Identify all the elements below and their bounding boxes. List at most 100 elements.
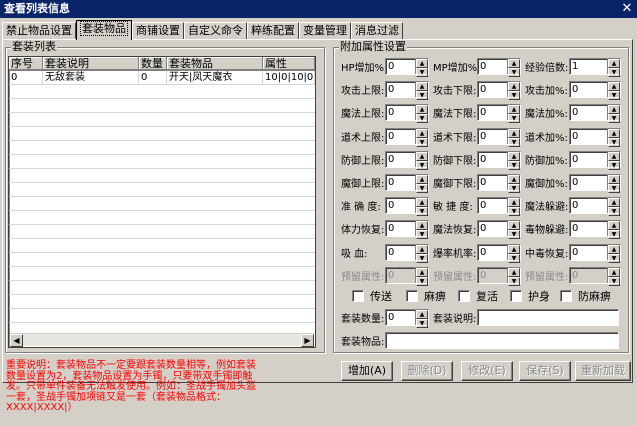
spin-up-icon[interactable]: ▲	[508, 129, 520, 138]
attr-spin-input[interactable]: 0 ▲ ▼	[569, 81, 621, 100]
attr-spin-input[interactable]: 0 ▲ ▼	[477, 220, 521, 239]
checkbox-anti-paralyze-box[interactable]	[560, 290, 572, 302]
spin-up-icon[interactable]: ▲	[416, 198, 428, 207]
attr-spin-input[interactable]: 0 ▲ ▼	[569, 128, 621, 147]
spin-down-icon[interactable]: ▼	[416, 138, 428, 147]
attr-spin-input[interactable]: 0 ▲ ▼	[569, 174, 621, 193]
spin-down-icon[interactable]: ▼	[508, 68, 520, 77]
attr-spin-input[interactable]: 0 ▲ ▼	[385, 267, 429, 286]
attr-spin-input[interactable]: 0 ▲ ▼	[385, 58, 429, 77]
spin-down-icon[interactable]: ▼	[508, 207, 520, 216]
save-button[interactable]: 保存(S)	[519, 361, 571, 381]
set-count-input[interactable]: 0 ▲ ▼	[385, 309, 429, 328]
spin-down-icon[interactable]: ▼	[608, 138, 620, 147]
col-header-count[interactable]: 数量	[139, 57, 167, 70]
spin-up-icon[interactable]: ▲	[508, 221, 520, 230]
spin-up-icon[interactable]: ▲	[416, 82, 428, 91]
col-header-items[interactable]: 套装物品	[167, 57, 263, 70]
checkbox-revive-box[interactable]	[458, 290, 470, 302]
attr-spin-input[interactable]: 0 ▲ ▼	[385, 174, 429, 193]
checkbox-protect[interactable]: 护身	[510, 288, 550, 304]
attr-spin-input[interactable]: 0 ▲ ▼	[385, 151, 429, 170]
col-header-desc[interactable]: 套装说明	[43, 57, 139, 70]
spin-up-icon[interactable]: ▲	[608, 175, 620, 184]
set-items-input[interactable]	[385, 332, 619, 349]
attr-spin-input[interactable]: 0 ▲ ▼	[477, 244, 521, 263]
spin-up-icon[interactable]: ▲	[508, 175, 520, 184]
spin-up-icon[interactable]: ▲	[508, 59, 520, 68]
attr-spin-input[interactable]: 0 ▲ ▼	[385, 244, 429, 263]
spin-up-icon[interactable]: ▲	[508, 245, 520, 254]
horizontal-scrollbar[interactable]: ◀ ▶	[10, 333, 314, 347]
reload-button[interactable]: 重新加载	[575, 361, 631, 381]
col-header-index[interactable]: 序号	[9, 57, 43, 70]
attr-spin-input[interactable]: 0 ▲ ▼	[385, 220, 429, 239]
tab-forbidden-items[interactable]: 禁止物品设置	[2, 22, 76, 40]
spin-up-icon[interactable]: ▲	[508, 82, 520, 91]
spin-up-icon[interactable]: ▲	[416, 175, 428, 184]
spin-up-icon[interactable]: ▲	[608, 198, 620, 207]
spin-down-icon[interactable]: ▼	[608, 161, 620, 170]
attr-spin-input[interactable]: 0 ▲ ▼	[569, 104, 621, 123]
attr-spin-input[interactable]: 0 ▲ ▼	[569, 267, 621, 286]
spin-down-icon[interactable]: ▼	[416, 161, 428, 170]
spin-down-icon[interactable]: ▼	[508, 254, 520, 263]
scroll-right-icon[interactable]: ▶	[301, 334, 314, 347]
modify-button[interactable]: 修改(E)	[461, 361, 513, 381]
spin-down-icon[interactable]: ▼	[416, 319, 428, 328]
spin-up-icon[interactable]: ▲	[608, 105, 620, 114]
attr-spin-input[interactable]: 0 ▲ ▼	[477, 81, 521, 100]
spin-up-icon[interactable]: ▲	[416, 59, 428, 68]
set-desc-input[interactable]	[477, 309, 619, 326]
spin-up-icon[interactable]: ▲	[508, 198, 520, 207]
attr-spin-input[interactable]: 0 ▲ ▼	[477, 267, 521, 286]
tab-variable-manage[interactable]: 变量管理	[299, 22, 351, 40]
attr-spin-input[interactable]: 0 ▲ ▼	[477, 104, 521, 123]
attr-spin-input[interactable]: 0 ▲ ▼	[385, 128, 429, 147]
spin-down-icon[interactable]: ▼	[508, 277, 520, 286]
delete-button[interactable]: 删除(D)	[401, 361, 453, 381]
spin-up-icon[interactable]: ▲	[416, 245, 428, 254]
spin-down-icon[interactable]: ▼	[508, 91, 520, 100]
spin-up-icon[interactable]: ▲	[608, 59, 620, 68]
tab-custom-commands[interactable]: 自定义命令	[184, 22, 247, 40]
spin-down-icon[interactable]: ▼	[416, 184, 428, 193]
spin-up-icon[interactable]: ▲	[608, 245, 620, 254]
col-header-attr[interactable]: 属性	[263, 57, 315, 70]
tab-message-filter[interactable]: 消息过滤	[351, 22, 403, 40]
spin-up-icon[interactable]: ▲	[608, 152, 620, 161]
attr-spin-input[interactable]: 0 ▲ ▼	[569, 244, 621, 263]
attr-spin-input[interactable]: 0 ▲ ▼	[385, 197, 429, 216]
spin-up-icon[interactable]: ▲	[416, 221, 428, 230]
spin-down-icon[interactable]: ▼	[508, 230, 520, 239]
spin-down-icon[interactable]: ▼	[508, 184, 520, 193]
spin-up-icon[interactable]: ▲	[416, 310, 428, 319]
spin-down-icon[interactable]: ▼	[608, 230, 620, 239]
spin-down-icon[interactable]: ▼	[416, 254, 428, 263]
spin-up-icon[interactable]: ▲	[416, 129, 428, 138]
checkbox-teleport[interactable]: 传送	[352, 288, 392, 304]
spin-down-icon[interactable]: ▼	[608, 68, 620, 77]
attr-spin-input[interactable]: 0 ▲ ▼	[477, 197, 521, 216]
spin-down-icon[interactable]: ▼	[508, 114, 520, 123]
spin-down-icon[interactable]: ▼	[416, 230, 428, 239]
spin-down-icon[interactable]: ▼	[608, 277, 620, 286]
set-list-view[interactable]: 序号 套装说明 数量 套装物品 属性 0 无敌套装 0 开天|凤天魔衣 10|0…	[8, 56, 316, 348]
checkbox-paralyze[interactable]: 麻痹	[406, 288, 446, 304]
checkbox-anti-paralyze[interactable]: 防麻痹	[560, 288, 611, 304]
spin-down-icon[interactable]: ▼	[416, 277, 428, 286]
spin-up-icon[interactable]: ▲	[608, 129, 620, 138]
checkbox-revive[interactable]: 复活	[458, 288, 498, 304]
spin-down-icon[interactable]: ▼	[416, 207, 428, 216]
attr-spin-input[interactable]: 0 ▲ ▼	[477, 151, 521, 170]
scroll-left-icon[interactable]: ◀	[10, 334, 23, 347]
spin-down-icon[interactable]: ▼	[608, 254, 620, 263]
attr-spin-input[interactable]: 0 ▲ ▼	[385, 104, 429, 123]
tab-shop-settings[interactable]: 商铺设置	[132, 22, 184, 40]
spin-down-icon[interactable]: ▼	[416, 114, 428, 123]
checkbox-protect-box[interactable]	[510, 290, 522, 302]
spin-up-icon[interactable]: ▲	[416, 268, 428, 277]
spin-down-icon[interactable]: ▼	[608, 114, 620, 123]
spin-down-icon[interactable]: ▼	[508, 138, 520, 147]
attr-spin-input[interactable]: 0 ▲ ▼	[477, 58, 521, 77]
